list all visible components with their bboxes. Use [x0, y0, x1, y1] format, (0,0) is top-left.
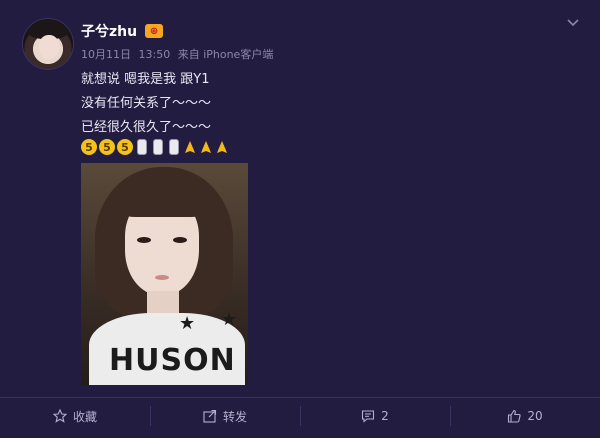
pray-emoji [199, 139, 213, 155]
photo-lips-shape [155, 275, 169, 280]
five-emoji: 5 [99, 139, 115, 155]
five-emoji: 5 [117, 139, 133, 155]
username-row: 子兮zhu ⊕ [81, 20, 164, 42]
favorite-label: 收藏 [72, 409, 97, 424]
five-emoji: 5 [81, 139, 97, 155]
post-text-line-1: 就想说 嗯我是我 跟Y1 [81, 72, 210, 87]
like-button[interactable]: 20 [450, 398, 600, 434]
photo-eye-shape [137, 237, 151, 243]
star-outline-icon [52, 409, 67, 423]
avatar-face-shape [39, 35, 59, 59]
like-count: 20 [527, 409, 543, 423]
star-icon: ★ [179, 313, 196, 334]
thumbs-up-icon [508, 409, 521, 423]
photo-bangs-shape [117, 177, 209, 217]
star-icon: ★ [221, 309, 238, 330]
share-icon [203, 409, 217, 423]
emoji-row: 5 5 5 [81, 138, 229, 156]
post-text-line-2: 没有任何关系了～～～ [81, 96, 212, 111]
post-photo[interactable]: ★ ★ HUSON [81, 163, 248, 385]
microphone-emoji [169, 139, 179, 155]
comment-count: 2 [381, 409, 389, 423]
post-meta: 10月11日 13:50 来自 iPhone客户端 [81, 46, 277, 62]
forward-button[interactable]: 转发 [150, 398, 300, 434]
favorite-button[interactable]: 收藏 [0, 398, 150, 434]
photo-eye-shape [173, 237, 187, 243]
username-link[interactable]: 子兮zhu [81, 21, 137, 41]
pray-emoji [183, 139, 197, 155]
post-source: 来自 iPhone客户端 [177, 48, 274, 61]
post-text-line-3: 已经很久很久了～～～ [81, 120, 212, 135]
pray-emoji [215, 139, 229, 155]
vip-badge-icon[interactable]: ⊕ [145, 24, 164, 38]
shirt-print-text: HUSON [109, 343, 236, 378]
post-date[interactable]: 10月11日 [81, 48, 131, 61]
avatar[interactable] [22, 18, 74, 70]
post-time[interactable]: 13:50 [139, 48, 171, 61]
comment-icon [362, 410, 375, 423]
microphone-emoji [153, 139, 163, 155]
weibo-post-card: 子兮zhu ⊕ 10月11日 13:50 来自 iPhone客户端 就想说 嗯我… [0, 0, 600, 438]
chevron-down-icon[interactable] [566, 16, 580, 30]
forward-label: 转发 [222, 409, 247, 424]
microphone-emoji [137, 139, 147, 155]
comment-button[interactable]: 2 [300, 398, 450, 434]
